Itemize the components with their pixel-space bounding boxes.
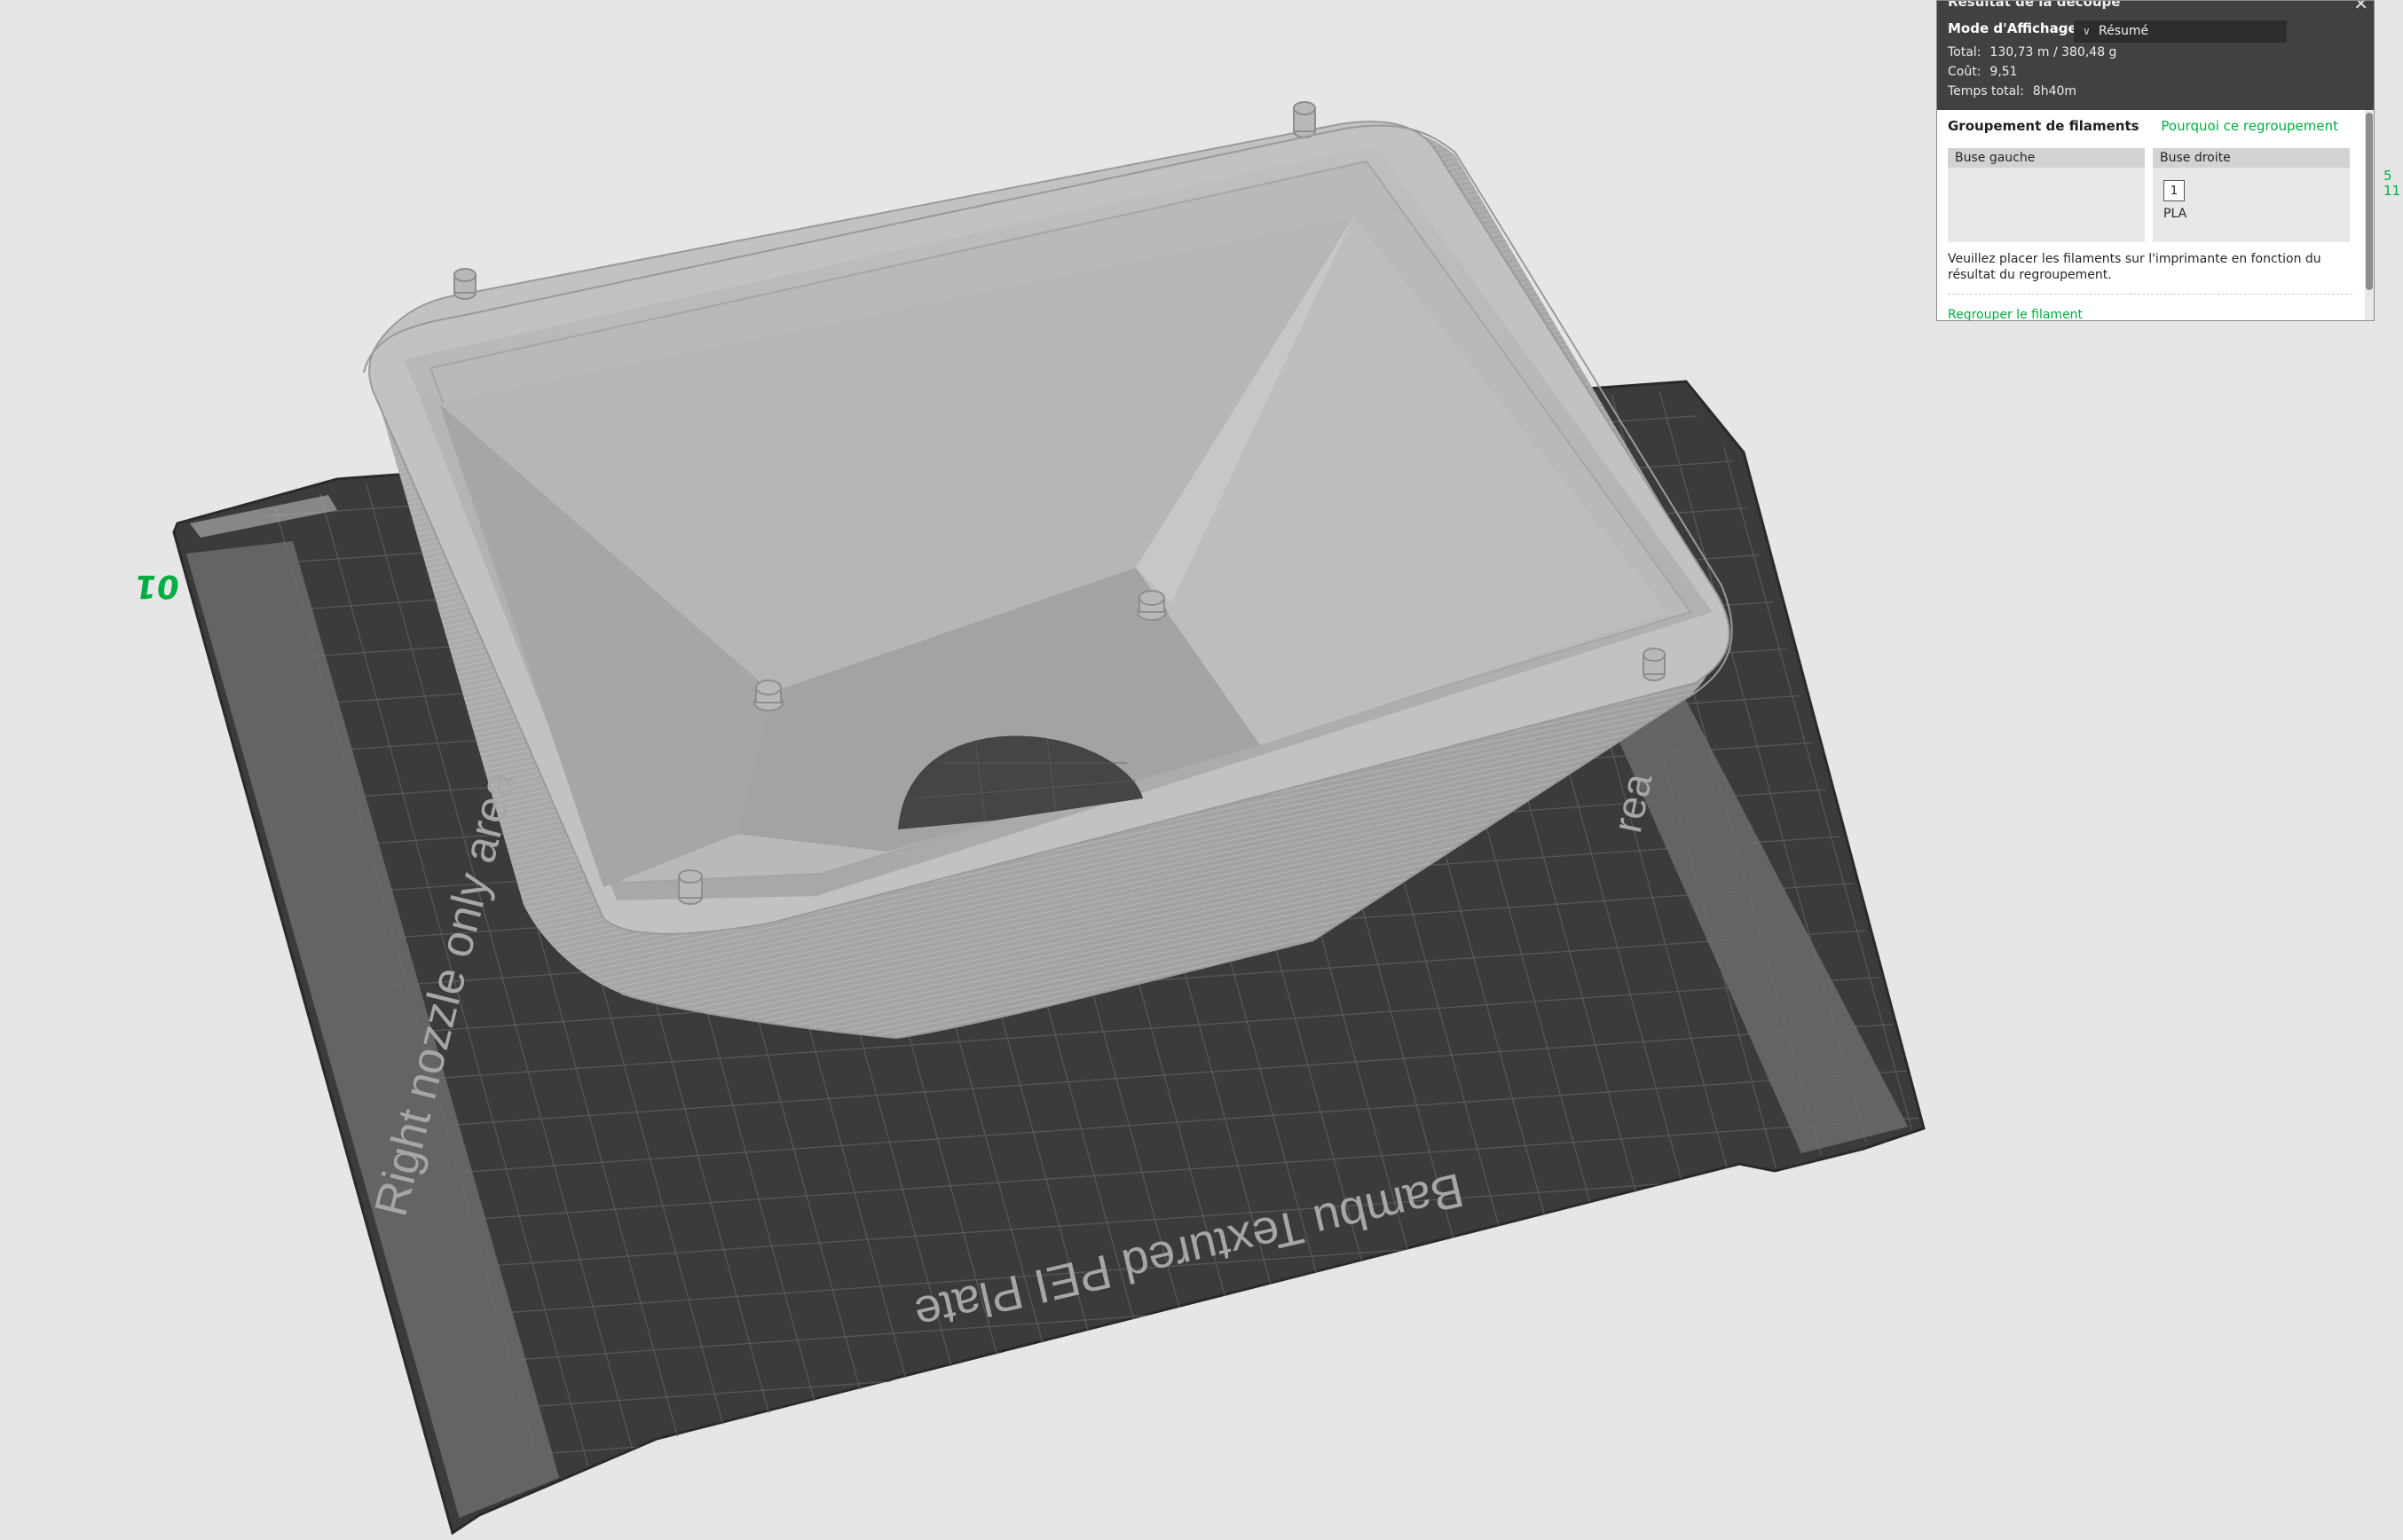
slicing-result-panel: Résultat de la découpe ✕ Mode d'Affichag… [1936, 0, 2375, 321]
display-mode-value: Résumé [2099, 24, 2149, 38]
display-mode-select[interactable]: ∨ Résumé [2074, 20, 2287, 43]
regroup-filament-link[interactable]: Regrouper le filament [1948, 308, 2083, 320]
plate-number-label[interactable]: 01 [132, 568, 182, 604]
stat-cost: Coût: 9,51 [1948, 65, 2018, 79]
why-grouping-link[interactable]: Pourquoi ce regroupement [2161, 118, 2338, 134]
left-nozzle-label: Buse gauche [1948, 148, 2145, 168]
stat-label: Temps total: [1948, 84, 2024, 98]
layer-slider-readout[interactable]: 5 11 [2383, 169, 2403, 199]
stat-label: Total: [1948, 45, 1981, 59]
stat-label: Coût: [1948, 65, 1981, 79]
display-mode-label: Mode d'Affichage [1948, 20, 2077, 36]
stat-value: 8h40m [2032, 84, 2077, 98]
right-nozzle-box: Buse droite 1 PLA [2153, 148, 2350, 242]
close-icon[interactable]: ✕ [2353, 1, 2368, 14]
grouping-hint-text: Veuillez placer les filaments sur l'impr… [1948, 252, 2321, 282]
panel-scrollbar-thumb[interactable] [2366, 113, 2373, 290]
panel-summary-section: Résultat de la découpe ✕ Mode d'Affichag… [1937, 1, 2374, 110]
filament-slot-chip[interactable]: 1 [2163, 180, 2185, 201]
stat-total: Total: 130,73 m / 380,48 g [1948, 45, 2116, 59]
stat-value: 130,73 m / 380,48 g [1989, 45, 2117, 59]
stat-total-time: Temps total: 8h40m [1948, 84, 2076, 98]
left-nozzle-box: Buse gauche [1948, 148, 2145, 242]
panel-title: Résultat de la découpe [1948, 0, 2121, 10]
filament-grouping-header: Groupement de filaments [1948, 118, 2139, 134]
panel-divider [1948, 294, 2352, 295]
chevron-down-icon: ∨ [2083, 25, 2091, 37]
right-nozzle-label: Buse droite [2153, 148, 2350, 168]
stat-value: 9,51 [1989, 65, 2018, 79]
layer-top-value: 5 [2383, 168, 2392, 184]
filament-type-label: PLA [2163, 207, 2187, 221]
layer-bottom-value: 11 [2383, 183, 2401, 199]
